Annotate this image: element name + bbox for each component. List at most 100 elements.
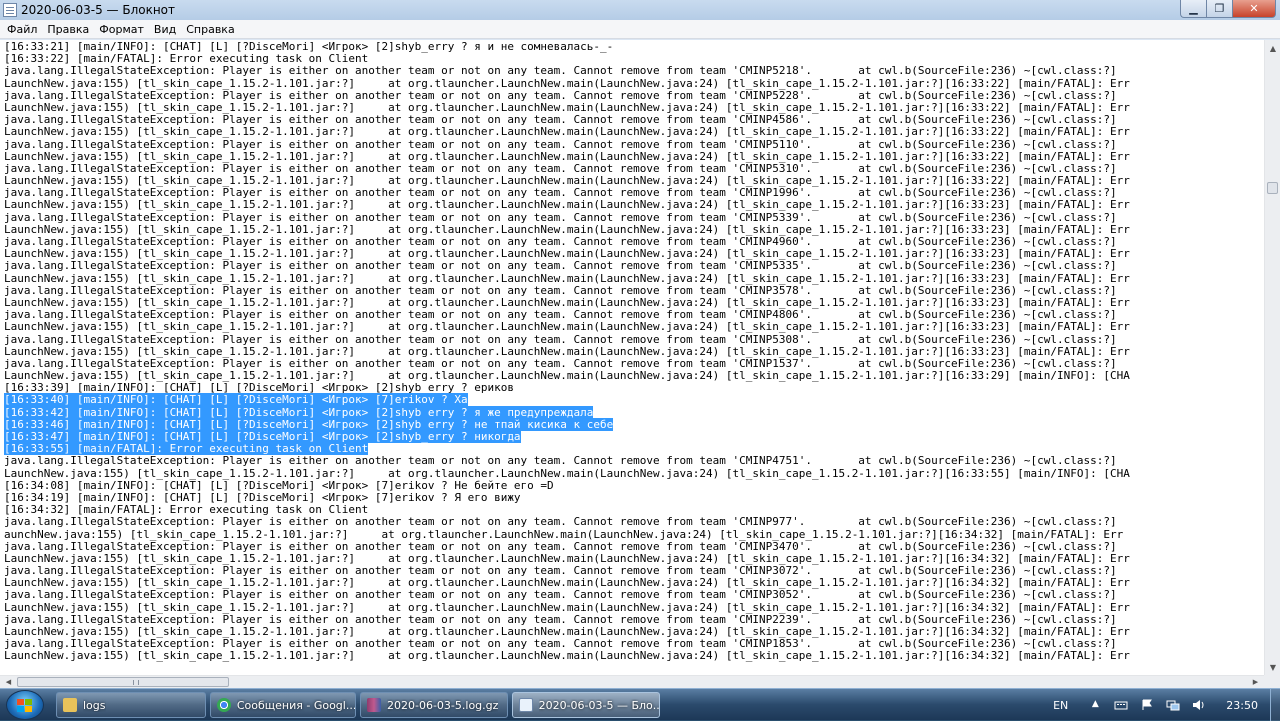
menu-bar: Файл Правка Формат Вид Справка [0,20,1280,39]
text-line-content: LaunchNew.java:155) [tl_skin_cape_1.15.2… [4,466,1130,480]
language-indicator[interactable]: EN [1053,699,1068,712]
notepad-window: 2020-06-03-5 — Блокнот ▁ ❐ ✕ Файл Правка… [0,0,1280,688]
taskbar-item-label: 2020-06-03-5.log.gz [387,698,499,712]
text-line-content: java.lang.IllegalStateException: Player … [4,564,1117,578]
notepad-icon [519,698,533,712]
text-line-content: LaunchNew.java:155) [tl_skin_cape_1.15.2… [4,649,1130,663]
text-line-content: [16:34:19] [main/INFO]: [CHAT] [L] [?Dis… [4,490,521,504]
text-line-content: [16:33:21] [main/INFO]: [CHAT] [L] [?Dis… [4,40,614,53]
vertical-scrollbar[interactable]: ▲ ▼ [1264,40,1280,675]
text-line-content: java.lang.IllegalStateException: Player … [4,612,1117,626]
menu-edit[interactable]: Правка [42,20,94,39]
tray-chevron-icon[interactable]: ▲ [1088,699,1102,711]
text-line-content: LaunchNew.java:155) [tl_skin_cape_1.15.2… [4,222,1130,236]
text-line-content: [16:34:32] [main/FATAL]: Error executing… [4,503,369,517]
text-line-content: java.lang.IllegalStateException: Player … [4,186,1117,200]
taskbar: logs Сообщения - Googl... 2020-06-03-5.l… [0,688,1280,721]
text-line-content: java.lang.IllegalStateException: Player … [4,88,1117,102]
text-line-content: java.lang.IllegalStateException: Player … [4,259,1117,273]
text-line-content: java.lang.IllegalStateException: Player … [4,356,1117,370]
text-line: [16:33:40] [main/INFO]: [CHAT] [L] [?Dis… [4,393,1130,407]
minimize-button[interactable]: ▁ [1180,0,1206,18]
close-button[interactable]: ✕ [1232,0,1276,18]
flag-icon[interactable] [1140,699,1154,711]
network-icon[interactable] [1166,699,1180,711]
text-line-content: java.lang.IllegalStateException: Player … [4,539,1117,553]
horizontal-scrollbar[interactable]: ◀ ▶ [0,675,1264,688]
text-line-content: java.lang.IllegalStateException: Player … [4,283,1117,297]
text-line-content: java.lang.IllegalStateException: Player … [4,161,1117,175]
scroll-left-arrow-icon[interactable]: ◀ [2,676,15,688]
text-line-content: java.lang.IllegalStateException: Player … [4,515,1117,529]
text-line-content: java.lang.IllegalStateException: Player … [4,332,1117,346]
taskbar-item-label: logs [83,698,106,712]
text-line-content: [16:33:42] [main/INFO]: [CHAT] [L] [?Dis… [4,405,594,419]
text-line-content: java.lang.IllegalStateException: Player … [4,454,1117,468]
text-line-content: java.lang.IllegalStateException: Player … [4,235,1117,248]
text-line-content: java.lang.IllegalStateException: Player … [4,210,1117,224]
text-line-content: java.lang.IllegalStateException: Player … [4,113,1117,127]
text-line-content: java.lang.IllegalStateException: Player … [4,637,1117,651]
text-line-content: java.lang.IllegalStateException: Player … [4,64,1117,78]
text-line-content: java.lang.IllegalStateException: Player … [4,308,1117,322]
text-line-content: aunchNew.java:155) [tl_skin_cape_1.15.2-… [4,527,1124,541]
keyboard-icon[interactable] [1114,699,1128,711]
speaker-icon[interactable] [1192,699,1206,711]
text-line-content: LaunchNew.java:155) [tl_skin_cape_1.15.2… [4,295,1130,309]
text-line-content: java.lang.IllegalStateException: Player … [4,137,1117,151]
taskbar-item-notepad[interactable]: 2020-06-03-5 — Бло... [512,692,660,718]
menu-help[interactable]: Справка [181,20,239,39]
text-line-content: LaunchNew.java:155) [tl_skin_cape_1.15.2… [4,344,1130,358]
window-controls: ▁ ❐ ✕ [1180,0,1276,18]
text-editor-area[interactable]: [16:33:21] [main/INFO]: [CHAT] [L] [?Dis… [0,40,1264,675]
menu-format[interactable]: Формат [94,20,149,39]
window-title: 2020-06-03-5 — Блокнот [21,3,176,17]
text-line-content: [16:33:47] [main/INFO]: [CHAT] [L] [?Dis… [4,430,521,443]
archive-icon [367,698,381,712]
text-line-content: LaunchNew.java:155) [tl_skin_cape_1.15.2… [4,551,1130,565]
menu-file[interactable]: Файл [2,20,42,39]
show-desktop-button[interactable] [1270,689,1280,721]
text-line-content: LaunchNew.java:155) [tl_skin_cape_1.15.2… [4,198,1130,212]
system-tray: EN ▲ 23:50 [1053,689,1280,721]
text-line-content: LaunchNew.java:155) [tl_skin_cape_1.15.2… [4,149,1130,163]
text-line: LaunchNew.java:155) [tl_skin_cape_1.15.2… [4,650,1130,662]
notepad-icon [3,3,17,17]
taskbar-item-archive[interactable]: 2020-06-03-5.log.gz [360,692,508,718]
text-line-content: LaunchNew.java:155) [tl_skin_cape_1.15.2… [4,76,1130,90]
chrome-icon [217,698,231,712]
scroll-right-arrow-icon[interactable]: ▶ [1249,676,1262,688]
text-line-content: [16:33:46] [main/INFO]: [CHAT] [L] [?Dis… [4,417,614,431]
scroll-grip-icon [133,680,139,685]
title-bar[interactable]: 2020-06-03-5 — Блокнот ▁ ❐ ✕ [0,0,1280,20]
text-line-content: LaunchNew.java:155) [tl_skin_cape_1.15.2… [4,600,1130,614]
scroll-down-arrow-icon[interactable]: ▼ [1265,659,1280,675]
text-line-content: [16:33:55] [main/FATAL]: Error executing… [4,442,369,456]
vertical-scroll-thumb[interactable] [1267,182,1278,194]
text-line-content: LaunchNew.java:155) [tl_skin_cape_1.15.2… [4,247,1130,261]
taskbar-item-chrome[interactable]: Сообщения - Googl... [210,692,356,718]
text-line-content: LaunchNew.java:155) [tl_skin_cape_1.15.2… [4,174,1130,188]
text-line-content: LaunchNew.java:155) [tl_skin_cape_1.15.2… [4,100,1130,114]
taskbar-item-label: Сообщения - Googl... [236,698,355,712]
text-line-content: java.lang.IllegalStateException: Player … [4,588,1117,602]
scrollbar-corner [1264,675,1280,688]
windows-logo-icon [17,699,33,713]
menu-view[interactable]: Вид [149,20,181,39]
text-line-content: [16:33:39] [main/INFO]: [CHAT] [L] [?Dis… [4,381,514,395]
text-line-content: LaunchNew.java:155) [tl_skin_cape_1.15.2… [4,320,1130,334]
text-line-content: LaunchNew.java:155) [tl_skin_cape_1.15.2… [4,271,1130,285]
text-line-content: LaunchNew.java:155) [tl_skin_cape_1.15.2… [4,369,1130,383]
taskbar-item-logs[interactable]: logs [56,692,206,718]
text-line-content: LaunchNew.java:155) [tl_skin_cape_1.15.2… [4,125,1130,139]
horizontal-scroll-thumb[interactable] [17,677,229,687]
text-line-content: [16:33:22] [main/FATAL]: Error executing… [4,52,369,66]
text-line-content: LaunchNew.java:155) [tl_skin_cape_1.15.2… [4,576,1130,590]
text-line: [16:33:42] [main/INFO]: [CHAT] [L] [?Dis… [4,405,1130,419]
maximize-button[interactable]: ❐ [1206,0,1232,18]
clock[interactable]: 23:50 [1226,699,1258,712]
start-button[interactable] [6,690,44,720]
text-line-content: LaunchNew.java:155) [tl_skin_cape_1.15.2… [4,625,1130,638]
scroll-up-arrow-icon[interactable]: ▲ [1265,40,1280,56]
folder-icon [63,698,77,712]
